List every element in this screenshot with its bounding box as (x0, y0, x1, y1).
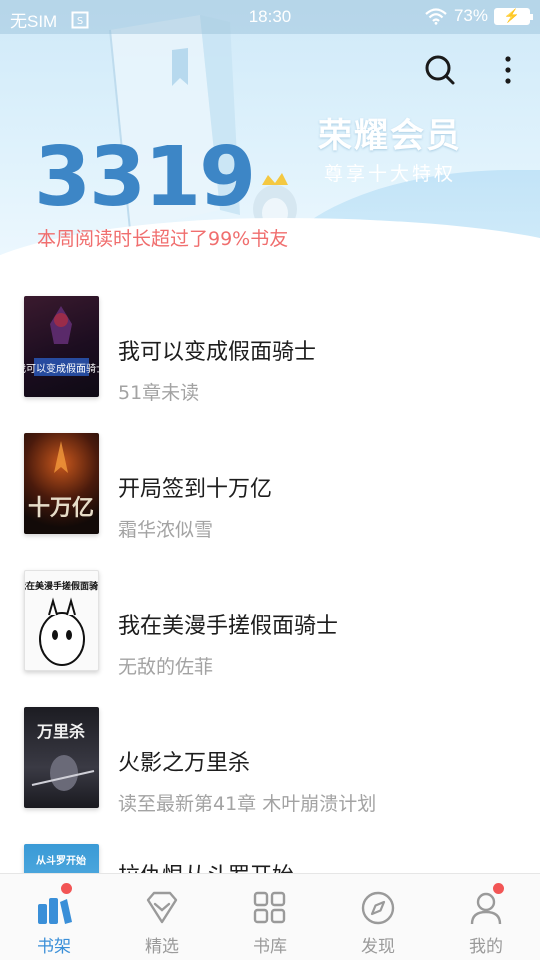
compass-icon (361, 891, 395, 925)
book-author: 霜华浓似雪 (118, 519, 214, 541)
tab-profile[interactable]: 我的 (432, 874, 540, 960)
cover-art-fire: 十万亿 (28, 441, 94, 521)
book-cover: 从斗罗开始 (24, 844, 99, 873)
cover-title: 万里杀 (36, 722, 85, 741)
tab-label: 发现 (361, 937, 395, 957)
cover-art-ninja: 万里杀 (31, 722, 95, 791)
tab-featured[interactable]: 精选 (108, 874, 216, 960)
search-icon (425, 55, 455, 85)
status-bar: 无SIM S 18:30 73% ⚡ (0, 0, 540, 34)
book-cover: 万里杀 (24, 707, 99, 808)
header-banner[interactable]: 荣耀会员 尊享十大特权 3319 本周阅读时长超过了99%书友 (0, 0, 540, 275)
book-title: 我可以变成假面骑士 (118, 340, 317, 365)
reading-minutes: 3319 (34, 130, 256, 225)
reading-rank-text: 本周阅读时长超过了99%书友 (37, 228, 289, 250)
cover-title: 从斗罗开始 (36, 854, 86, 867)
bookshelf-badge (61, 883, 72, 894)
tab-label: 书架 (37, 937, 71, 957)
book-cover: 我可以变成假面骑士 (24, 296, 99, 397)
book-progress: 读至最新第41章 木叶崩溃计划 (118, 793, 377, 815)
book-cover: 十万亿 (24, 433, 99, 534)
diamond-icon (146, 891, 178, 924)
book-item[interactable]: 我可以变成假面骑士 我可以变成假面骑士 51章未读 (0, 296, 540, 433)
bookshelf-icon (38, 898, 72, 924)
tab-label: 书库 (253, 937, 287, 957)
bookshelf-list[interactable]: 我可以变成假面骑士 我可以变成假面骑士 51章未读 十万亿 开局签到十万亿 霜华… (0, 275, 540, 873)
book-author: 无敌的佐菲 (118, 656, 214, 678)
screenshot-notify-icon: S (71, 11, 89, 28)
book-title: 我在美漫手搓假面骑士 (118, 614, 339, 639)
tab-label: 精选 (145, 937, 179, 957)
vip-subtitle: 尊享十大特权 (323, 163, 456, 185)
book-cover: 我在美漫手搓假面骑士 (24, 570, 99, 671)
status-left: 无SIM S (10, 7, 89, 32)
battery-percent: 73% (453, 6, 488, 25)
vip-promo[interactable]: 荣耀会员 尊享十大特权 (300, 108, 480, 186)
bottom-tab-bar: 书架 精选 书库 发现 我的 (0, 873, 540, 960)
tab-library[interactable]: 书库 (216, 874, 324, 960)
wifi-icon (425, 8, 447, 25)
status-right: 73% ⚡ (424, 6, 533, 26)
carrier-label: 无SIM (10, 12, 58, 31)
svg-text:S: S (77, 16, 83, 27)
book-title: 开局签到十万亿 (118, 477, 273, 502)
battery-icon: ⚡ (494, 7, 533, 25)
book-item[interactable]: 我在美漫手搓假面骑士 我在美漫手搓假面骑士 无敌的佐菲 (0, 570, 540, 707)
book-title: 拉仇恨从斗罗开始 (118, 858, 294, 873)
tab-label: 我的 (469, 937, 503, 957)
book-item[interactable]: 十万亿 开局签到十万亿 霜华浓似雪 (0, 433, 540, 570)
vip-title: 荣耀会员 (318, 116, 462, 156)
book-progress: 51章未读 (118, 382, 200, 404)
cover-title: 我可以变成假面骑士 (24, 362, 99, 375)
cover-title: 十万亿 (28, 495, 94, 521)
tab-discover[interactable]: 发现 (324, 874, 432, 960)
book-item[interactable]: 从斗罗开始 拉仇恨从斗罗开始 (0, 844, 540, 873)
more-vertical-icon (505, 56, 511, 84)
book-title: 火影之万里杀 (118, 751, 251, 776)
profile-badge (493, 883, 504, 894)
book-item[interactable]: 万里杀 火影之万里杀 读至最新第41章 木叶崩溃计划 (0, 707, 540, 844)
more-menu-button[interactable] (488, 50, 528, 90)
cover-art-rider: 我可以变成假面骑士 (24, 306, 99, 376)
cover-art-douluo: 从斗罗开始 (36, 854, 86, 867)
cover-title: 我在美漫手搓假面骑士 (25, 580, 99, 592)
tab-bookshelf[interactable]: 书架 (0, 874, 108, 960)
user-icon (470, 892, 502, 925)
search-button[interactable] (420, 50, 460, 90)
grid-icon (253, 891, 286, 924)
cover-art-comic: 我在美漫手搓假面骑士 (25, 580, 99, 666)
